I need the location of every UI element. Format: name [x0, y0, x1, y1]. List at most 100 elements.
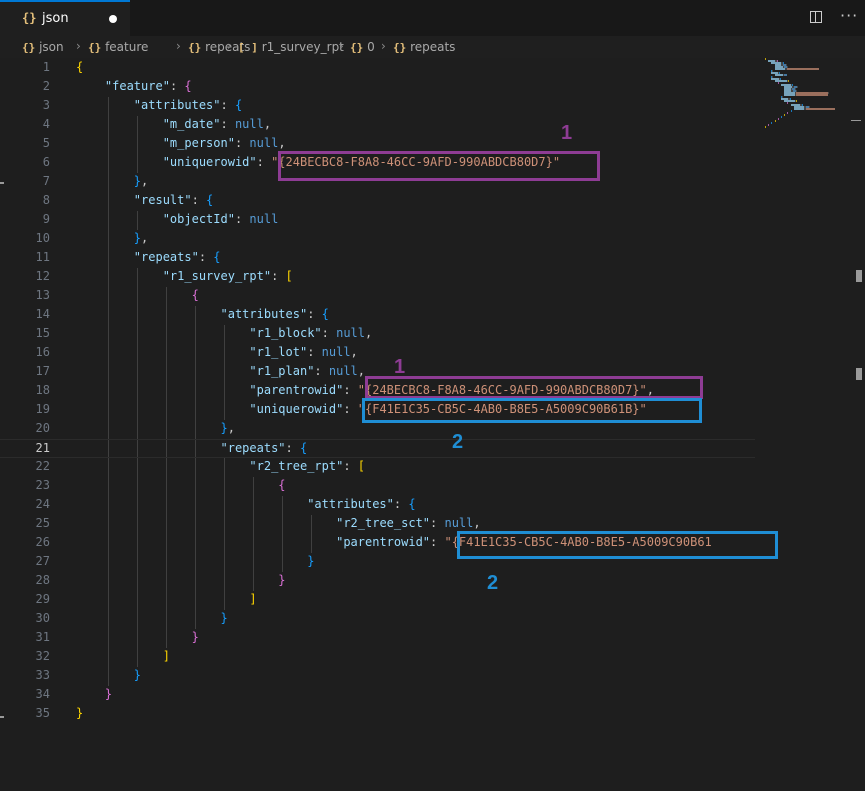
code-line[interactable]: 1{	[0, 59, 755, 78]
highlight-box-2a	[362, 398, 702, 423]
line-number: 16	[35, 345, 50, 359]
tab-bar: {} json ···	[0, 0, 865, 36]
code-line[interactable]: 24 "attributes": {	[0, 496, 755, 515]
breadcrumb-item[interactable]: {} json	[22, 40, 64, 54]
code-text: "result": {	[76, 193, 213, 207]
code-token: {	[191, 288, 199, 302]
breadcrumb-item[interactable]: [ ] r1_survey_rpt	[238, 40, 344, 54]
scrollbar-marker	[856, 368, 862, 380]
code-token: :	[191, 193, 207, 207]
code-text: "r1_survey_rpt": [	[76, 269, 293, 283]
breadcrumb-item[interactable]: {} repeats	[393, 40, 455, 54]
code-text: "m_date": null,	[76, 117, 271, 131]
code-line[interactable]: 16 "r1_lot": null,	[0, 344, 755, 363]
code-line[interactable]: 12 "r1_survey_rpt": [	[0, 268, 755, 287]
code-line[interactable]: 8 "result": {	[0, 192, 755, 211]
code-token: null	[444, 516, 474, 530]
minimap-line	[805, 108, 836, 110]
code-line[interactable]: 13 {	[0, 287, 755, 306]
tab-label: json	[42, 11, 69, 26]
code-text: }	[76, 630, 199, 644]
code-line[interactable]: 23 {	[0, 477, 755, 496]
code-token: "r2_tree_sct"	[336, 516, 431, 530]
annotation-2b: 2	[487, 572, 499, 594]
code-token: }	[104, 687, 113, 701]
chevron-right-icon: ›	[227, 39, 232, 53]
code-line[interactable]: 4 "m_date": null,	[0, 116, 755, 135]
code-token: {	[278, 478, 286, 492]
tab-json[interactable]: {} json	[0, 0, 130, 36]
code-text: "repeats": {	[76, 250, 221, 264]
minimap-line	[774, 80, 787, 82]
code-token: "uniquerowid"	[249, 402, 344, 416]
code-text: {	[76, 478, 286, 492]
chevron-right-icon: ›	[381, 39, 386, 53]
code-line[interactable]: 10 },	[0, 230, 755, 249]
line-number: 2	[42, 79, 50, 93]
code-token: "r1_survey_rpt"	[162, 269, 272, 283]
code-line[interactable]: 31 }	[0, 629, 755, 648]
code-token: :	[285, 441, 300, 455]
code-line[interactable]: 35}	[0, 705, 755, 724]
code-line[interactable]: 2 "feature": {	[0, 78, 755, 97]
code-token: "m_date"	[162, 117, 221, 131]
code-text: },	[76, 231, 148, 245]
code-line[interactable]: 30 }	[0, 610, 755, 629]
code-token: }	[220, 421, 228, 435]
code-token: :	[430, 516, 445, 530]
code-token: null	[234, 117, 264, 131]
code-token: "attributes"	[220, 307, 308, 321]
code-line[interactable]: 28 }	[0, 572, 755, 591]
code-line[interactable]: 14 "attributes": {	[0, 306, 755, 325]
code-token: {	[299, 441, 308, 455]
unsaved-dot-icon[interactable]	[109, 15, 117, 23]
breadcrumb-item[interactable]: {} feature	[88, 40, 148, 54]
chevron-right-icon: ›	[76, 39, 81, 53]
breadcrumb-label: 0	[363, 40, 375, 54]
object-icon: {}	[350, 41, 364, 54]
code-line[interactable]: 3 "attributes": {	[0, 97, 755, 116]
code-token: ,	[227, 421, 235, 435]
code-line[interactable]: 21 "repeats": {	[0, 439, 755, 458]
code-text: "r2_tree_sct": null,	[76, 516, 481, 530]
code-token: {	[213, 250, 221, 264]
code-text: "m_person": null,	[76, 136, 286, 150]
code-text: {	[76, 60, 83, 74]
line-number: 3	[42, 98, 50, 112]
code-token: :	[234, 136, 250, 150]
line-number: 18	[35, 383, 50, 397]
code-line[interactable]: 9 "objectId": null	[0, 211, 755, 230]
minimap-line	[777, 82, 779, 84]
line-number: 32	[35, 649, 50, 663]
code-token: null	[249, 212, 279, 226]
line-number: 14	[35, 307, 50, 321]
split-editor-icon[interactable]	[810, 11, 822, 23]
code-token: ,	[357, 364, 366, 378]
code-line[interactable]: 34 }	[0, 686, 755, 705]
code-token: :	[321, 326, 337, 340]
code-token: null	[336, 326, 365, 340]
code-text: "r1_block": null,	[76, 326, 372, 340]
code-line[interactable]: 32 ]	[0, 648, 755, 667]
code-token: "attributes"	[307, 497, 394, 511]
minimap-line	[828, 92, 830, 94]
minimap[interactable]	[755, 58, 850, 791]
line-number: 10	[35, 231, 50, 245]
code-line[interactable]: 29 ]	[0, 591, 755, 610]
more-actions-icon[interactable]: ···	[840, 6, 858, 25]
vertical-scrollbar[interactable]	[851, 58, 865, 791]
code-line[interactable]: 22 "r2_tree_rpt": [	[0, 458, 755, 477]
code-token: ]	[249, 592, 257, 606]
line-number: 7	[42, 174, 50, 188]
code-line[interactable]: 15 "r1_block": null,	[0, 325, 755, 344]
code-line[interactable]: 33 }	[0, 667, 755, 686]
code-line[interactable]: 11 "repeats": {	[0, 249, 755, 268]
breadcrumb-item[interactable]: {} 0	[350, 40, 375, 54]
